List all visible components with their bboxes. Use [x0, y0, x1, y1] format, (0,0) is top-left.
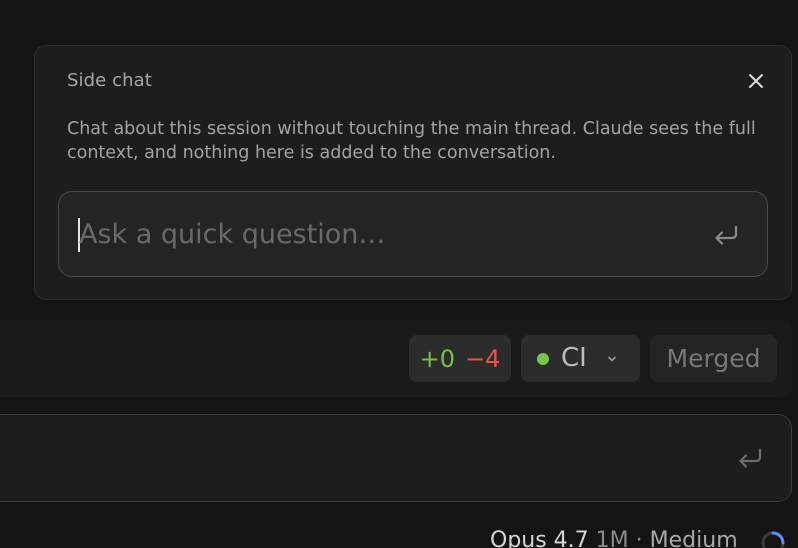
- app-root: Side chat Chat about this session withou…: [0, 0, 798, 548]
- quick-question-field[interactable]: [58, 191, 768, 277]
- enter-icon: [739, 448, 762, 468]
- ci-status-dot: [537, 353, 549, 365]
- pr-status-bar: +0 −4 CI Merged: [0, 320, 792, 397]
- model-name: Opus 4.7: [490, 528, 589, 548]
- ci-status-dropdown[interactable]: CI: [521, 335, 640, 382]
- chevron-down-icon: [608, 356, 616, 362]
- composer-submit-button[interactable]: [735, 443, 765, 473]
- side-chat-title: Side chat: [67, 70, 152, 91]
- side-chat-panel: Side chat Chat about this session withou…: [34, 45, 792, 300]
- close-icon: [749, 74, 763, 88]
- model-effort: Medium: [649, 528, 738, 548]
- diff-added-count: +0: [419, 344, 455, 373]
- enter-icon: [715, 225, 738, 245]
- side-chat-description: Chat about this session without touching…: [67, 119, 756, 163]
- quick-question-input[interactable]: [79, 212, 679, 256]
- spinner-icon: [761, 531, 785, 548]
- close-button[interactable]: [745, 70, 767, 92]
- model-selector[interactable]: Opus 4.7 1M · Medium: [490, 528, 738, 548]
- diff-stats-badge[interactable]: +0 −4: [409, 335, 511, 382]
- model-context: 1M: [595, 528, 629, 548]
- model-separator: ·: [635, 528, 643, 548]
- ci-label: CI: [561, 343, 587, 373]
- merged-status-badge: Merged: [650, 335, 777, 382]
- diff-removed-count: −4: [465, 344, 501, 373]
- main-composer[interactable]: [0, 414, 792, 502]
- side-chat-submit-button[interactable]: [711, 220, 741, 250]
